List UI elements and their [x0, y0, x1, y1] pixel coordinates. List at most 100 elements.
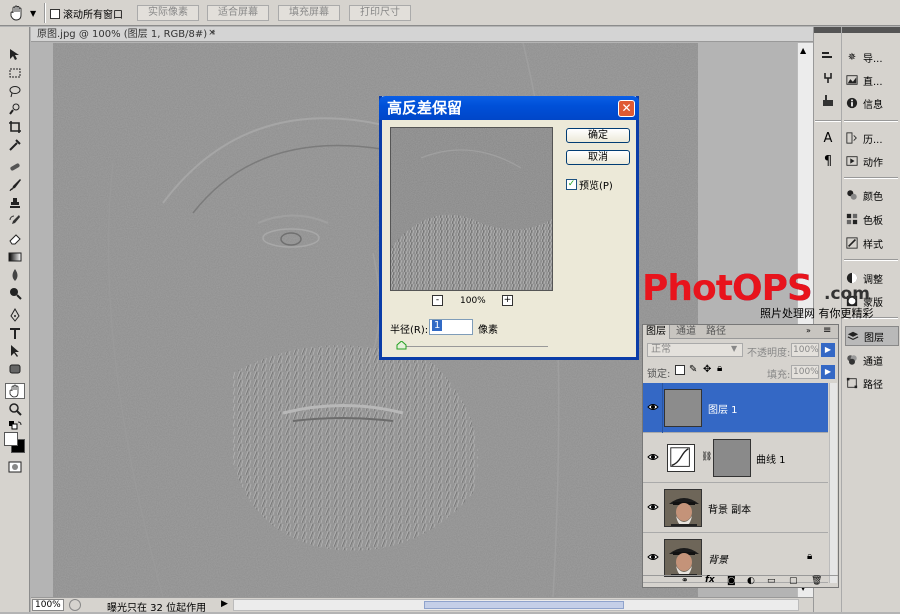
- opacity-slider-arrow-icon[interactable]: ▶: [821, 343, 835, 357]
- filter-preview[interactable]: [390, 127, 553, 291]
- visibility-eye-icon[interactable]: [647, 451, 659, 463]
- dock-actions[interactable]: 动作: [845, 151, 899, 171]
- quick-mask-icon[interactable]: [5, 459, 25, 475]
- close-document-icon[interactable]: ×: [207, 28, 217, 39]
- dock-styles[interactable]: 样式: [845, 233, 899, 253]
- eraser-tool-icon[interactable]: [5, 231, 25, 247]
- status-info-icon[interactable]: [69, 599, 81, 611]
- checkbox-box[interactable]: [50, 8, 60, 19]
- layer-name[interactable]: 背景 副本: [708, 501, 751, 516]
- clone-stamp-tool-icon[interactable]: [5, 195, 25, 211]
- blend-mode-select[interactable]: 正常: [647, 343, 743, 357]
- clone-source-icon[interactable]: [819, 69, 837, 87]
- character-icon[interactable]: A: [819, 129, 837, 147]
- layers-scrollbar[interactable]: [829, 383, 837, 583]
- visibility-eye-icon[interactable]: [647, 551, 659, 563]
- type-tool-icon[interactable]: [5, 325, 25, 341]
- layer-name[interactable]: 图层 1: [708, 401, 738, 416]
- zoom-tool-icon[interactable]: [5, 401, 25, 417]
- opacity-field[interactable]: 100%: [791, 343, 819, 357]
- tool-preset-dropdown-icon[interactable]: ▼: [30, 9, 36, 18]
- layer-style-fx-icon[interactable]: fx: [705, 575, 715, 585]
- scroll-all-windows-checkbox[interactable]: 滚动所有窗口: [50, 6, 123, 21]
- dialog-title[interactable]: 高反差保留: [379, 96, 639, 120]
- lock-transparent-icon[interactable]: [675, 365, 685, 375]
- blur-tool-icon[interactable]: [5, 267, 25, 283]
- radius-slider-track[interactable]: [398, 346, 548, 347]
- pen-tool-icon[interactable]: [5, 307, 25, 323]
- dock-channels[interactable]: 通道: [845, 350, 899, 370]
- document-horizontal-scrollbar[interactable]: [233, 599, 799, 611]
- gradient-tool-icon[interactable]: [5, 249, 25, 265]
- radius-value[interactable]: 1: [432, 320, 443, 331]
- lasso-tool-icon[interactable]: [5, 83, 25, 99]
- cancel-button[interactable]: 取消: [566, 150, 630, 165]
- move-tool-icon[interactable]: [5, 47, 25, 63]
- fill-field[interactable]: 100%: [791, 365, 819, 379]
- checkmark-icon[interactable]: ✓: [566, 179, 577, 190]
- dialog-close-icon[interactable]: ✕: [618, 100, 635, 117]
- brush-presets-icon[interactable]: [819, 47, 837, 65]
- layer-link-icon[interactable]: ⛓: [701, 452, 712, 462]
- preview-checkbox[interactable]: ✓ 预览(P): [566, 177, 613, 192]
- foreground-color-swatch[interactable]: [4, 432, 18, 446]
- dock-swatches[interactable]: 色板: [845, 209, 899, 229]
- link-layers-icon[interactable]: ⚭: [681, 576, 689, 586]
- dock-navigator[interactable]: ✵ 导...: [845, 47, 899, 67]
- radius-input[interactable]: 1: [429, 319, 473, 335]
- new-layer-icon[interactable]: ▢: [789, 576, 798, 586]
- lock-position-icon[interactable]: ✥: [703, 364, 711, 375]
- panel-collapse-icon[interactable]: »: [806, 326, 811, 335]
- blend-mode-dropdown-icon[interactable]: ▼: [731, 344, 737, 353]
- ok-button[interactable]: 确定: [566, 128, 630, 143]
- brush-tool-icon[interactable]: [5, 177, 25, 193]
- radius-slider-thumb[interactable]: [396, 341, 407, 350]
- dock-layers[interactable]: 图层: [845, 326, 899, 346]
- layer-row-layer1[interactable]: 图层 1: [643, 383, 828, 433]
- document-tab[interactable]: 原图.jpg @ 100% (图层 1, RGB/8#) *: [31, 27, 813, 42]
- tab-paths[interactable]: 路径: [703, 325, 729, 339]
- history-brush-tool-icon[interactable]: [5, 213, 25, 229]
- actual-pixels-button[interactable]: 实际像素: [137, 5, 199, 21]
- zoom-in-button[interactable]: +: [502, 295, 513, 306]
- healing-brush-tool-icon[interactable]: [5, 159, 25, 175]
- path-selection-tool-icon[interactable]: [5, 343, 25, 359]
- fit-screen-button[interactable]: 适合屏幕: [207, 5, 269, 21]
- dodge-tool-icon[interactable]: [5, 285, 25, 301]
- layer-name[interactable]: 背景: [708, 551, 728, 566]
- dock-color[interactable]: 颜色: [845, 185, 899, 205]
- dock-paths[interactable]: 路径: [845, 373, 899, 393]
- tab-channels[interactable]: 通道: [673, 325, 699, 339]
- horizontal-scroll-thumb[interactable]: [424, 601, 624, 609]
- dock-history[interactable]: 历...: [845, 128, 899, 148]
- delete-layer-icon[interactable]: 🗑︎: [811, 576, 822, 586]
- visibility-eye-icon[interactable]: [647, 401, 659, 413]
- zoom-out-button[interactable]: -: [432, 295, 443, 306]
- fill-slider-arrow-icon[interactable]: ▶: [821, 365, 835, 379]
- quick-selection-tool-icon[interactable]: [5, 101, 25, 117]
- hand-tool-icon[interactable]: [8, 4, 26, 22]
- layer-mask-thumbnail[interactable]: [713, 439, 751, 477]
- tab-layers[interactable]: 图层: [643, 325, 670, 339]
- scroll-up-icon[interactable]: ▲: [800, 46, 806, 55]
- add-mask-icon[interactable]: ◙: [727, 576, 736, 586]
- new-group-icon[interactable]: ▭: [767, 576, 776, 586]
- tool-presets-icon[interactable]: [819, 92, 837, 110]
- shape-tool-icon[interactable]: [5, 361, 25, 377]
- zoom-field[interactable]: 100%: [32, 599, 64, 611]
- marquee-tool-icon[interactable]: [5, 65, 25, 81]
- layer-name[interactable]: 曲线 1: [756, 451, 786, 466]
- lock-image-icon[interactable]: ✎: [689, 364, 697, 375]
- layer-row-background-copy[interactable]: 背景 副本: [643, 483, 828, 533]
- eyedropper-tool-icon[interactable]: [5, 137, 25, 153]
- panel-menu-icon[interactable]: ≡: [823, 325, 831, 336]
- print-size-button[interactable]: 打印尺寸: [349, 5, 411, 21]
- paragraph-icon[interactable]: ¶: [819, 152, 837, 170]
- dock-info[interactable]: 信息: [845, 93, 899, 113]
- hand-tool-selected-icon[interactable]: [5, 383, 25, 399]
- visibility-eye-icon[interactable]: [647, 501, 659, 513]
- status-menu-arrow-icon[interactable]: ▶: [221, 599, 228, 609]
- new-adjustment-layer-icon[interactable]: ◐: [747, 576, 755, 586]
- fill-screen-button[interactable]: 填充屏幕: [278, 5, 340, 21]
- crop-tool-icon[interactable]: [5, 119, 25, 135]
